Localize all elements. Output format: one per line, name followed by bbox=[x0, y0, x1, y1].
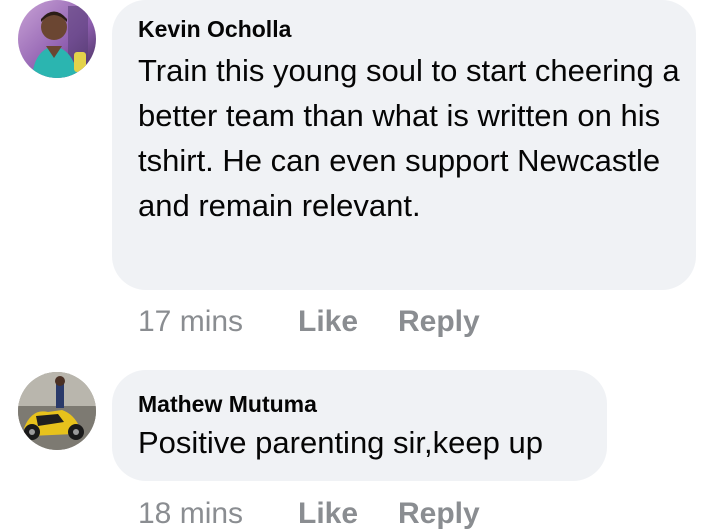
user-photo-icon bbox=[18, 372, 96, 450]
avatar[interactable] bbox=[18, 372, 96, 450]
comment-item: Mathew Mutuma Positive parenting sir,kee… bbox=[0, 370, 720, 530]
user-photo-icon bbox=[18, 0, 96, 78]
comment-author[interactable]: Kevin Ocholla bbox=[138, 16, 291, 43]
comment-author[interactable]: Mathew Mutuma bbox=[138, 391, 317, 418]
comment-text: Train this young soul to start cheering … bbox=[138, 53, 680, 223]
comment-timestamp: 17 mins bbox=[138, 305, 244, 338]
like-button[interactable]: Like bbox=[298, 497, 358, 530]
comment-thread: Kevin Ocholla Train this young soul to s… bbox=[0, 0, 720, 530]
comment-bubble: Kevin Ocholla Train this young soul to s… bbox=[112, 0, 696, 290]
comment-text: Positive parenting sir,keep up bbox=[138, 425, 543, 460]
comment-meta: 18 mins Like Reply bbox=[138, 497, 698, 530]
comment-timestamp: 18 mins bbox=[138, 497, 244, 530]
comment-bubble: Mathew Mutuma Positive parenting sir,kee… bbox=[112, 370, 607, 481]
reply-button[interactable]: Reply bbox=[398, 305, 480, 339]
avatar[interactable] bbox=[18, 0, 96, 78]
reply-button[interactable]: Reply bbox=[398, 497, 480, 530]
comment-meta: 17 mins Like Reply bbox=[138, 305, 698, 345]
like-button[interactable]: Like bbox=[298, 305, 358, 339]
comment-item: Kevin Ocholla Train this young soul to s… bbox=[0, 0, 720, 355]
